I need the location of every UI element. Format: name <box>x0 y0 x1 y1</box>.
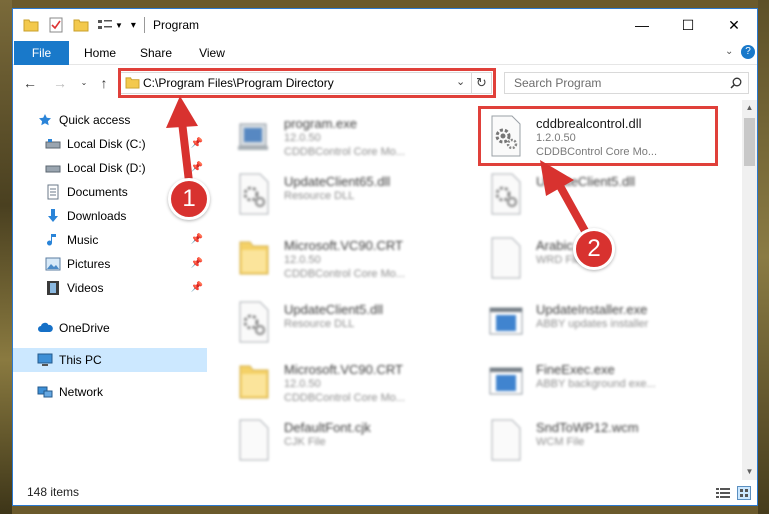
step-2-badge: 2 <box>573 228 615 270</box>
arrow-1 <box>166 96 198 194</box>
step-1-badge: 1 <box>168 178 210 220</box>
arrow-2 <box>540 160 594 244</box>
annotation-arrows <box>166 96 594 244</box>
